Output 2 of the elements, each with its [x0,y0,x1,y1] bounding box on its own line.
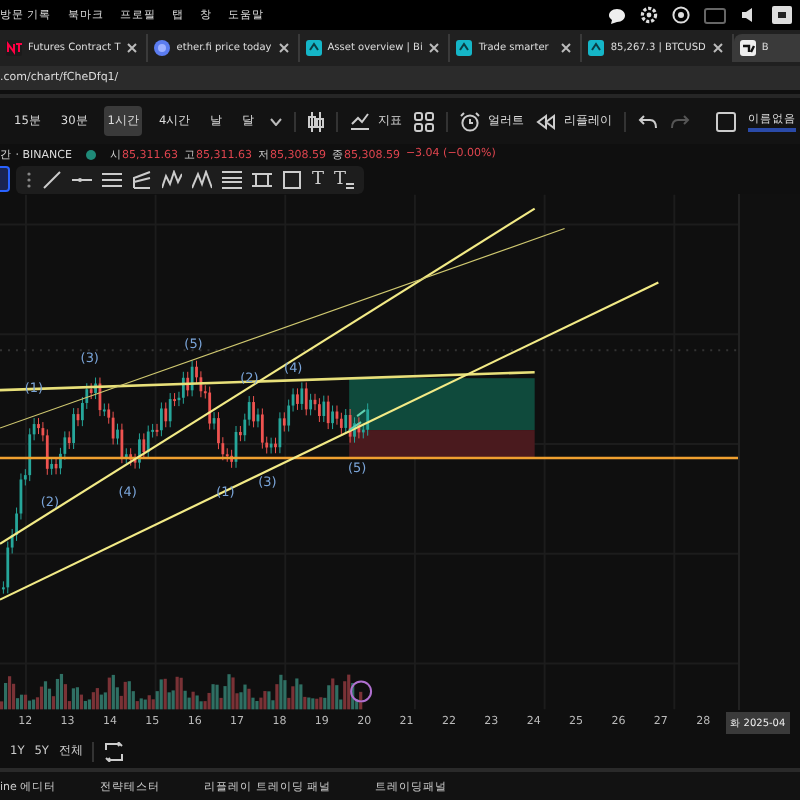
text-tool-button[interactable]: T [312,169,325,189]
text-tool-button[interactable]: T [334,169,355,189]
